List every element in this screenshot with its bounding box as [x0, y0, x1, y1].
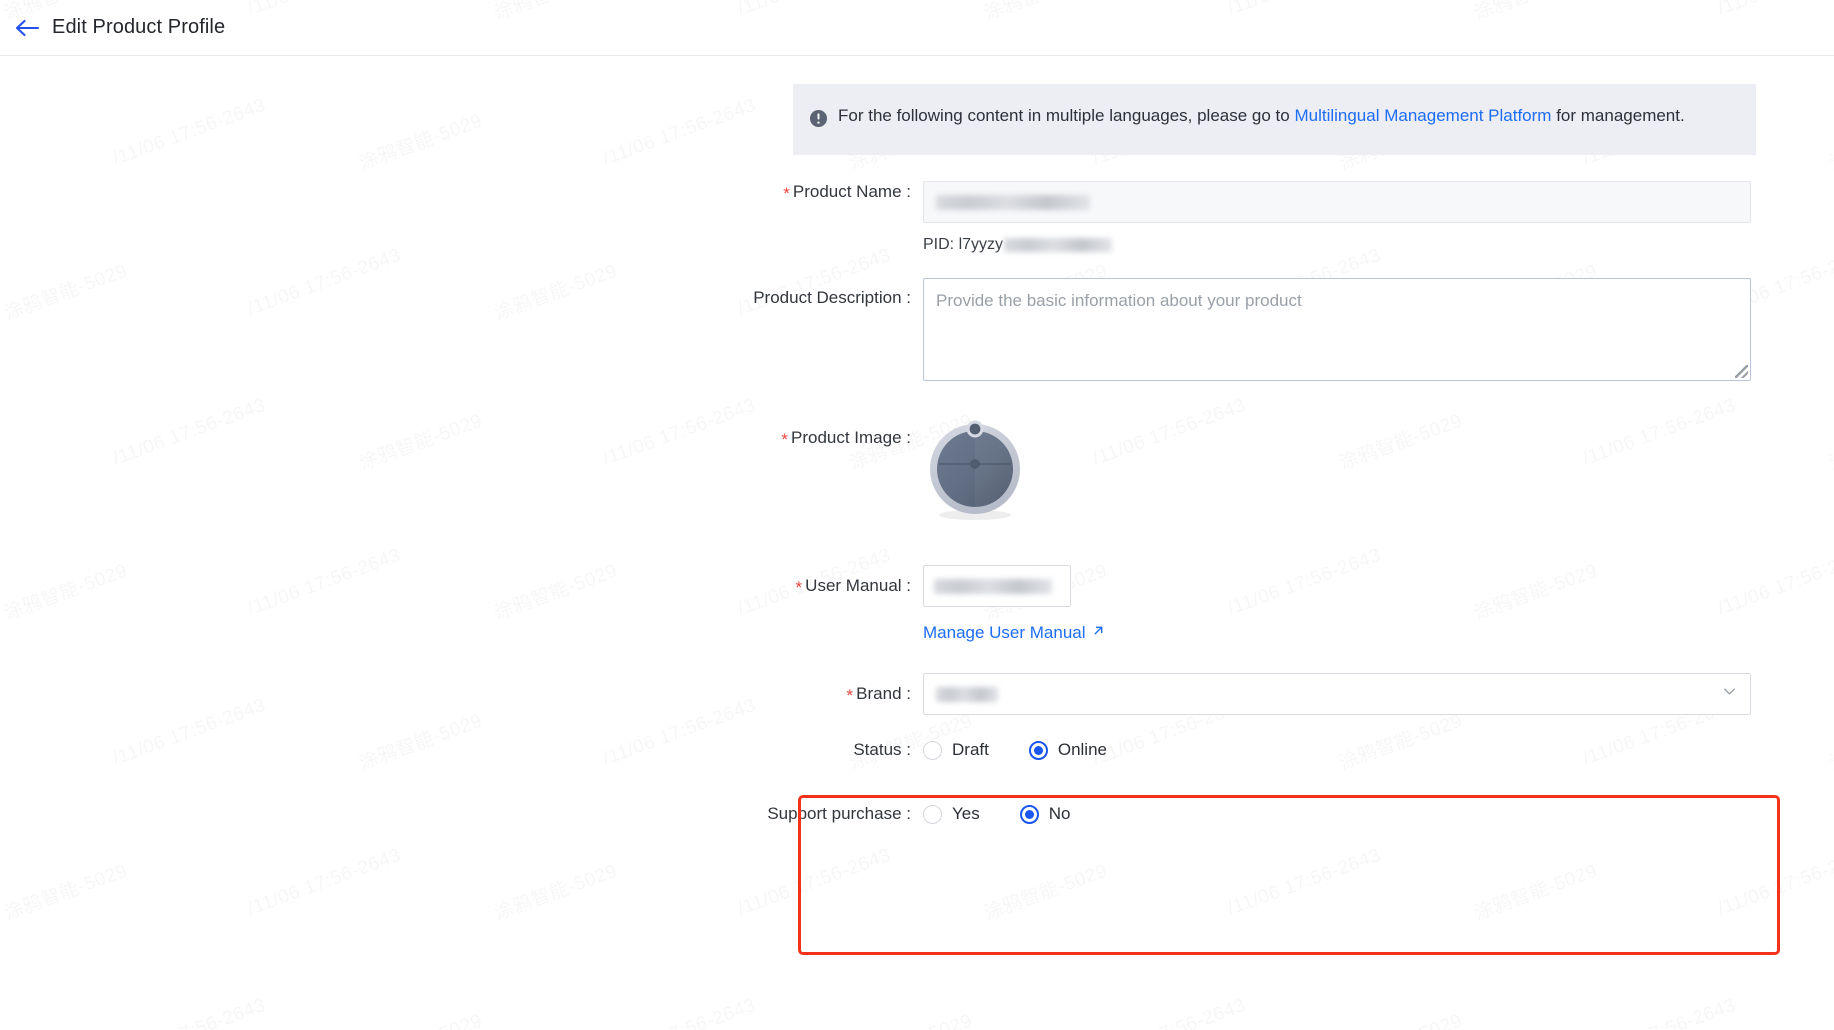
page-title: Edit Product Profile: [52, 16, 226, 38]
product-image-row: * Product Image :: [0, 419, 1834, 523]
user-manual-input[interactable]: [923, 565, 1071, 607]
watermark-text: 涂鸦智能-5029: [1335, 1006, 1466, 1030]
status-radio-online[interactable]: Online: [1028, 740, 1107, 760]
page-header: Edit Product Profile: [0, 0, 1834, 56]
product-description-row: Product Description : Provide the basic …: [0, 278, 1834, 381]
radio-circle-selected-icon[interactable]: [1019, 804, 1039, 824]
watermark-text: /11/06 17:56-2643: [245, 845, 404, 921]
required-asterisk: *: [795, 578, 803, 597]
status-radio-draft[interactable]: Draft: [923, 740, 989, 760]
watermark-text: /11/06 17:56-2643: [1715, 845, 1834, 921]
multilingual-info-banner: For the following content in multiple la…: [793, 84, 1756, 155]
watermark-text: 涂鸦智能-5029: [980, 856, 1111, 926]
status-radio-group: Draft Online: [923, 739, 1834, 761]
product-description-placeholder: Provide the basic information about your…: [936, 291, 1302, 310]
status-row: Status : Draft Online: [0, 739, 1834, 761]
support-purchase-row: Support purchase : Yes No: [0, 803, 1834, 825]
multilingual-management-platform-link[interactable]: Multilingual Management Platform: [1294, 106, 1551, 125]
support-purchase-label: Support purchase :: [767, 804, 911, 823]
watermark-text: /11/06 17:56-2643: [110, 995, 269, 1030]
product-image-label: * Product Image :: [781, 428, 911, 449]
watermark-text: /11/06 17:56-2643: [1580, 995, 1739, 1030]
redacted-user-manual-value: [934, 578, 1052, 594]
required-asterisk: *: [781, 430, 788, 449]
manage-user-manual-link[interactable]: Manage User Manual: [923, 623, 1086, 643]
required-asterisk: *: [846, 686, 854, 705]
watermark-text: 涂鸦智能-5029: [1825, 1006, 1834, 1030]
banner-text-before: For the following content in multiple la…: [838, 106, 1295, 125]
textarea-resize-handle[interactable]: [1735, 365, 1748, 378]
brand-label: * Brand :: [846, 684, 911, 705]
watermark-text: /11/06 17:56-2643: [600, 995, 759, 1030]
support-purchase-radio-group: Yes No: [923, 803, 1834, 825]
arrow-left-icon[interactable]: [10, 11, 44, 45]
product-id-text: PID: l7yyzy: [923, 236, 1834, 254]
redacted-product-name-value: [936, 194, 1090, 210]
robot-vacuum-image[interactable]: [923, 419, 1027, 523]
watermark-text: /11/06 17:56-2643: [1090, 995, 1249, 1030]
watermark-text: /11/06 17:56-2643: [735, 845, 894, 921]
user-manual-row: * User Manual : Manage User Manual: [0, 565, 1834, 643]
product-profile-form: For the following content in multiple la…: [0, 56, 1834, 825]
watermark-text: 涂鸦智能-5029: [490, 856, 621, 926]
product-description-textarea[interactable]: Provide the basic information about your…: [923, 278, 1751, 381]
watermark-text: 涂鸦智能-5029: [0, 856, 131, 926]
watermark-text: /11/06 17:56-2643: [1225, 845, 1384, 921]
watermark-text: 涂鸦智能-5029: [355, 1006, 486, 1030]
product-name-label: * Product Name :: [783, 182, 911, 203]
radio-circle-selected-icon[interactable]: [1028, 740, 1048, 760]
brand-select[interactable]: [923, 673, 1751, 715]
banner-text: For the following content in multiple la…: [838, 100, 1685, 132]
watermark-text: 涂鸦智能-5029: [1470, 856, 1601, 926]
redacted-pid-value: [1004, 238, 1113, 252]
chevron-down-icon[interactable]: [1721, 683, 1738, 705]
brand-row: * Brand :: [0, 673, 1834, 715]
info-circle-icon: [809, 107, 828, 139]
product-name-input[interactable]: [923, 181, 1751, 223]
watermark-text: 涂鸦智能-5029: [845, 1006, 976, 1030]
required-asterisk: *: [783, 184, 790, 203]
support-purchase-radio-no[interactable]: No: [1019, 804, 1070, 824]
radio-circle-icon[interactable]: [923, 740, 942, 760]
radio-circle-icon[interactable]: [923, 804, 942, 824]
user-manual-label: * User Manual :: [795, 576, 911, 597]
manage-user-manual-row: Manage User Manual: [923, 623, 1834, 643]
support-purchase-radio-yes[interactable]: Yes: [923, 804, 980, 824]
external-link-icon[interactable]: [1091, 623, 1106, 643]
banner-text-after: for management.: [1551, 106, 1685, 125]
redacted-brand-value: [936, 686, 998, 702]
banner-row: For the following content in multiple la…: [0, 84, 1834, 155]
product-description-label: Product Description :: [753, 288, 911, 307]
status-label: Status :: [853, 740, 911, 759]
product-name-row: * Product Name : PID: l7yyzy: [0, 181, 1834, 254]
